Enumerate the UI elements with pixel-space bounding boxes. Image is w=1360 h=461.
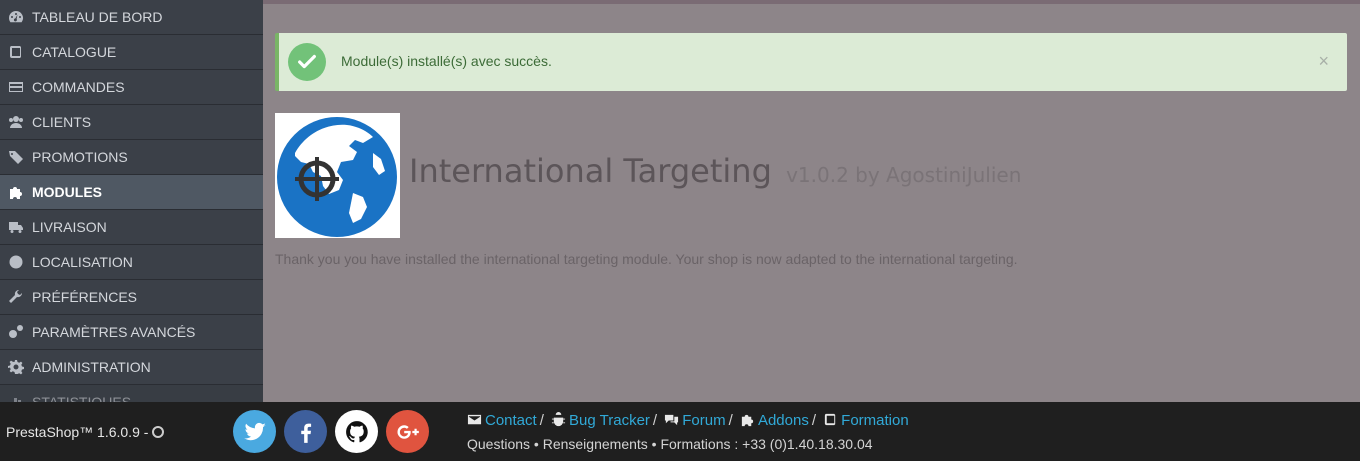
credit-card-icon: [8, 79, 30, 95]
sidebar-item-parametres-avances[interactable]: PARAMÈTRES AVANCÉS: [0, 315, 263, 350]
twitter-icon: [243, 422, 266, 440]
bar-chart-icon: [8, 394, 30, 402]
puzzle-icon: [8, 184, 30, 200]
sidebar-item-preferences[interactable]: PRÉFÉRENCES: [0, 280, 263, 315]
sidebar-item-label: LOCALISATION: [32, 254, 133, 270]
module-name: International Targeting: [409, 152, 772, 190]
footer-links: Contact / Bug Tracker / Forum / Addons / For…: [467, 412, 909, 429]
github-button[interactable]: [335, 410, 378, 453]
sidebar-item-label: COMMANDES: [32, 79, 125, 95]
close-button[interactable]: ×: [1318, 51, 1329, 72]
sidebar-item-label: TABLEAU DE BORD: [32, 9, 163, 25]
sidebar-item-promotions[interactable]: PROMOTIONS: [0, 140, 263, 175]
facebook-icon: [300, 423, 311, 443]
github-icon: [345, 420, 368, 442]
forum-link[interactable]: Forum: [682, 412, 725, 429]
alert-message: Module(s) installé(s) avec succès.: [341, 53, 552, 69]
puzzle-icon: [741, 414, 754, 427]
prestashop-version: PrestaShop™ 1.6.0.9 -: [6, 424, 165, 440]
footer: PrestaShop™ 1.6.0.9 - Contact / Bug Track…: [0, 402, 1360, 461]
globe-icon: [8, 254, 30, 270]
link-separator: /: [728, 412, 733, 429]
facebook-button[interactable]: [284, 410, 327, 453]
sidebar-item-livraison[interactable]: LIVRAISON: [0, 210, 263, 245]
comments-icon: [665, 414, 679, 426]
sidebar-item-clients[interactable]: CLIENTS: [0, 105, 263, 140]
sidebar-item-label: LIVRAISON: [32, 219, 107, 235]
sidebar-item-label: STATISTIQUES: [32, 394, 132, 402]
version-text: PrestaShop™ 1.6.0.9 -: [6, 424, 149, 440]
module-logo: [275, 113, 400, 238]
addons-link[interactable]: Addons: [758, 412, 809, 429]
sidebar-item-modules[interactable]: MODULES: [0, 175, 263, 210]
top-bar: [263, 0, 1360, 4]
sidebar-nav: TABLEAU DE BORD CATALOGUE COMMANDES CLIE…: [0, 0, 263, 402]
dashboard-icon: [8, 9, 30, 25]
success-alert: Module(s) installé(s) avec succès. ×: [275, 33, 1347, 91]
check-circle-icon: [288, 43, 326, 81]
bug-tracker-link[interactable]: Bug Tracker: [569, 412, 650, 429]
book-icon: [8, 44, 30, 60]
sidebar-item-label: PRÉFÉRENCES: [32, 289, 138, 305]
twitter-button[interactable]: [233, 410, 276, 453]
google-plus-icon: [396, 424, 419, 439]
sidebar-item-label: CLIENTS: [32, 114, 92, 130]
module-title: International Targeting v1.0.2 by Agosti…: [409, 152, 1021, 190]
sidebar-item-commandes[interactable]: COMMANDES: [0, 70, 263, 105]
sidebar-item-label: PARAMÈTRES AVANCÉS: [32, 324, 196, 340]
link-separator: /: [539, 412, 544, 429]
contact-info: Questions • Renseignements • Formations …: [467, 436, 873, 452]
users-icon: [8, 114, 30, 130]
contact-link[interactable]: Contact: [485, 412, 537, 429]
cog-icon: [8, 359, 30, 375]
sidebar-item-label: ADMINISTRATION: [32, 359, 151, 375]
book-icon: [825, 413, 836, 426]
sidebar-item-label: CATALOGUE: [32, 44, 117, 60]
sidebar-item-label: MODULES: [32, 184, 102, 200]
bug-icon: [551, 412, 566, 427]
module-version-author: v1.0.2 by AgostiniJulien: [786, 163, 1022, 187]
formation-link[interactable]: Formation: [841, 412, 909, 429]
clock-icon: [152, 426, 165, 438]
link-separator: /: [652, 412, 658, 429]
link-separator: /: [811, 412, 816, 429]
sidebar-item-administration[interactable]: ADMINISTRATION: [0, 350, 263, 385]
sidebar-item-statistiques[interactable]: STATISTIQUES: [0, 385, 263, 402]
envelope-icon: [467, 414, 482, 425]
module-description: Thank you you have installed the interna…: [275, 251, 1018, 267]
sidebar-item-catalogue[interactable]: CATALOGUE: [0, 35, 263, 70]
tags-icon: [8, 149, 30, 165]
sidebar-item-label: PROMOTIONS: [32, 149, 128, 165]
google-plus-button[interactable]: [386, 410, 429, 453]
sidebar-item-tableau-de-bord[interactable]: TABLEAU DE BORD: [0, 0, 263, 35]
sidebar-item-localisation[interactable]: LOCALISATION: [0, 245, 263, 280]
wrench-icon: [8, 289, 30, 305]
truck-icon: [8, 219, 30, 235]
cogs-icon: [8, 324, 30, 340]
